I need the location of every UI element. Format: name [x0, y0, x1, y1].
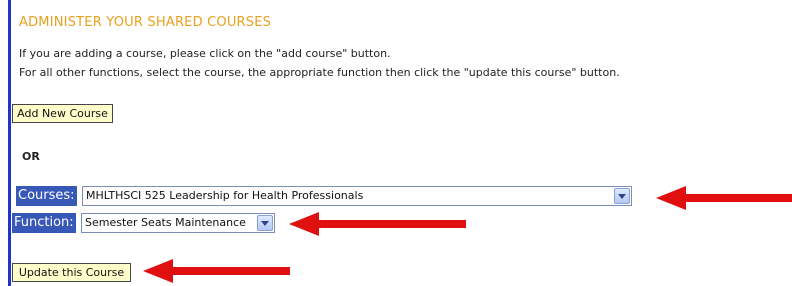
courses-label: Courses: — [16, 186, 77, 206]
chevron-down-icon[interactable] — [257, 215, 273, 231]
function-selected-value: Semester Seats Maintenance — [85, 216, 246, 229]
courses-selected-value: MHLTHSCI 525 Leadership for Health Profe… — [86, 189, 364, 202]
update-this-course-button[interactable]: Update this Course — [12, 263, 131, 282]
or-separator: OR — [22, 150, 40, 163]
function-label: Function: — [12, 213, 76, 233]
chevron-down-icon[interactable] — [614, 188, 630, 204]
shared-courses-page: ADMINISTER YOUR SHARED COURSES If you ar… — [0, 0, 792, 286]
instruction-line-1: If you are adding a course, please click… — [19, 47, 391, 60]
arrow-left-icon — [143, 259, 290, 283]
arrow-left-icon — [656, 186, 792, 210]
left-border-rule — [8, 0, 11, 286]
courses-select[interactable]: MHLTHSCI 525 Leadership for Health Profe… — [82, 186, 632, 206]
instruction-line-2: For all other functions, select the cour… — [19, 66, 620, 79]
function-select[interactable]: Semester Seats Maintenance — [81, 213, 275, 233]
add-new-course-button[interactable]: Add New Course — [12, 104, 113, 123]
page-heading: ADMINISTER YOUR SHARED COURSES — [19, 15, 272, 30]
arrow-left-icon — [289, 212, 466, 236]
